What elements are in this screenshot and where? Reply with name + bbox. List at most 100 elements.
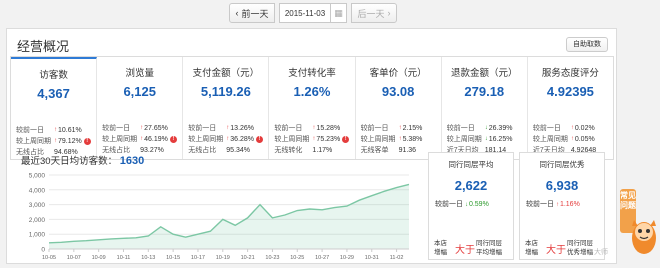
- metric-row-label: 较上周同期: [16, 138, 51, 145]
- metric-card[interactable]: 退款金额（元） 279.18 较前一日 ↓ 26.39% 较上周同期 ↓ 16.25%…: [442, 57, 528, 159]
- metric-title: 客单价（元）: [369, 68, 427, 79]
- peer-excellent-card: 同行同层优秀 6,938 较前一日 ↑1.16% 本店 增幅 大于 同行同层 优…: [519, 152, 605, 260]
- arrow-up-icon: ↑: [140, 125, 144, 131]
- metric-title: 支付金额（元）: [192, 68, 260, 79]
- metric-row: 较上周同期 ↓ 16.25%: [447, 134, 523, 145]
- metric-row: 无线转化 1.17%: [274, 145, 350, 156]
- metric-value: 4.92395: [546, 84, 594, 99]
- arrow-up-icon: ↑: [398, 125, 402, 131]
- compare-mid: 大于: [455, 244, 475, 256]
- metric-row: 较前一日 ↑ 10.61%: [16, 125, 92, 136]
- prev-day-button[interactable]: ‹ 前一天: [229, 3, 275, 23]
- compare-left-label: 本店 增幅: [434, 240, 447, 256]
- overview-panel: 经营概况 自助取数 访客数 4,367 较前一日 ↑ 10.61% 较上周同期 ↑ 7…: [6, 28, 617, 264]
- metric-row-label: 较上周同期: [446, 136, 482, 143]
- metric-title: 退款金额（元）: [451, 68, 518, 79]
- metric-row-value: 15.28%: [316, 125, 341, 132]
- metric-row-value: 0.05%: [574, 136, 595, 143]
- metric-row: 较前一日 ↑ 2.15%: [361, 123, 437, 134]
- alert-icon[interactable]: !: [342, 136, 350, 143]
- compare-title: 同行同层优秀: [539, 160, 585, 169]
- metric-row-value: 13.26%: [230, 125, 255, 132]
- metric-row: 较前一日 ↑ 15.28%: [274, 123, 350, 134]
- arrow-up-icon: ↑: [398, 136, 402, 142]
- x-tick-label: 11-02: [390, 255, 404, 261]
- metric-cards: 访客数 4,367 较前一日 ↑ 10.61% 较上周同期 ↑ 79.12%! 无线占…: [10, 56, 614, 160]
- metric-row-label: 无线占比: [188, 147, 217, 154]
- metric-row: 较上周同期 ↑ 75.23%!: [274, 134, 350, 145]
- next-day-button[interactable]: 后一天 ›: [351, 3, 397, 23]
- chevron-left-icon: ‹: [235, 8, 239, 18]
- metric-value: 5,119.26: [200, 84, 251, 99]
- chart-header-value: 1630: [119, 155, 145, 167]
- visitor-trend-chart[interactable]: 0 1,000 2,000 3,000 4,000 5,000 10-05 10-07 10-0…: [13, 169, 413, 265]
- x-tick-label: 10-31: [365, 255, 379, 261]
- compare-mid: 大于: [546, 244, 566, 256]
- peer-average-card: 同行同层平均 2,622 较前一日 ↓0.59% 本店 增幅 大于 同行同层 平…: [428, 152, 514, 260]
- source-label: 卜大师: [587, 249, 608, 256]
- x-tick-label: 10-25: [290, 255, 304, 261]
- metric-card[interactable]: 浏览量 6,125 较前一日 ↑ 27.65% 较上周同期 ↑ 46.19%! 无线占…: [97, 57, 184, 159]
- metric-value: 279.18: [464, 84, 505, 99]
- metric-card[interactable]: 支付转化率 1.26% 较前一日 ↑ 15.28% 较上周同期 ↑ 75.23%! 无…: [269, 57, 356, 159]
- metric-row-value: 2.15%: [402, 125, 423, 132]
- arrow-up-icon: ↑: [312, 136, 316, 142]
- x-tick-label: 10-23: [265, 255, 279, 261]
- metric-row-value: 1.17%: [312, 147, 333, 154]
- metric-row-label: 较前一日: [446, 125, 475, 132]
- metric-row: 较前一日 ↑ 27.65%: [102, 123, 178, 134]
- metric-row-label: 较上周同期: [360, 136, 396, 143]
- compare-verdict: 本店 增幅 大于 同行同层 平均增幅: [429, 239, 513, 257]
- y-tick-label: 3,000: [29, 202, 46, 209]
- metric-card[interactable]: 访客数 4,367 较前一日 ↑ 10.61% 较上周同期 ↑ 79.12%! 无线占…: [11, 57, 98, 159]
- metric-value: 1.26%: [293, 84, 331, 99]
- metric-rows: 较前一日 ↑ 13.26% 较上周同期 ↑ 36.28%! 无线占比 95.34%: [188, 123, 264, 156]
- metric-title: 访客数: [39, 70, 68, 81]
- metric-card[interactable]: 服务态度评分 4.92395 较前一日 ↑ 0.02% 较上周同期 ↑ 0.05% 近…: [528, 57, 613, 159]
- metric-card[interactable]: 客单价（元） 93.08 较前一日 ↑ 2.15% 较上周同期 ↑ 5.38% 无线客…: [356, 57, 442, 159]
- metric-rows: 较前一日 ↑ 15.28% 较上周同期 ↑ 75.23%! 无线转化 1.17%: [274, 123, 350, 156]
- x-tick-label: 10-05: [42, 255, 56, 261]
- compare-left-label: 本店 增幅: [525, 240, 538, 256]
- metric-rows: 较前一日 ↑ 27.65% 较上周同期 ↑ 46.19%! 无线占比 93.27%: [102, 123, 178, 156]
- x-tick-label: 10-09: [92, 255, 106, 261]
- x-tick-label: 10-21: [241, 255, 255, 261]
- arrow-up-icon: ↑: [54, 138, 57, 144]
- arrow-up-icon: ↑: [54, 127, 57, 133]
- metric-title: 浏览量: [125, 68, 154, 79]
- arrow-up-icon: ↑: [570, 125, 574, 131]
- compare-row: 较前一日 ↑1.16%: [520, 199, 604, 209]
- metric-row-value: 5.38%: [402, 136, 423, 143]
- metric-row-label: 较前一日: [360, 125, 389, 132]
- compare-right-label: 同行同层 平均增幅: [476, 240, 502, 256]
- arrow-down-icon: ↓: [484, 136, 488, 142]
- metric-row-label: 无线转化: [274, 147, 303, 154]
- metric-title: 服务态度评分: [541, 68, 599, 79]
- metric-title: 支付转化率: [288, 68, 336, 79]
- metric-row-value: 75.23%: [316, 136, 341, 143]
- metric-row: 较上周同期 ↑ 79.12%!: [16, 136, 92, 147]
- x-tick-label: 10-15: [166, 255, 180, 261]
- metric-row-label: 较上周同期: [188, 136, 224, 143]
- chevron-right-icon: ›: [387, 8, 391, 18]
- metric-row-value: 16.25%: [488, 136, 513, 143]
- arrow-up-icon: ↑: [140, 136, 144, 142]
- mascot-icon[interactable]: [628, 206, 658, 262]
- metric-card[interactable]: 支付金额（元） 5,119.26 较前一日 ↑ 13.26% 较上周同期 ↑ 36.2…: [183, 57, 270, 159]
- self-service-data-button[interactable]: 自助取数: [566, 37, 608, 52]
- metric-row-value: 95.34%: [226, 147, 251, 154]
- alert-icon[interactable]: !: [83, 138, 91, 145]
- alert-icon[interactable]: !: [169, 136, 177, 143]
- date-field[interactable]: 2015-11-03: [279, 3, 331, 23]
- compare-value: 6,938: [545, 178, 579, 193]
- y-tick-label: 2,000: [29, 217, 46, 224]
- metric-row-label: 较前一日: [532, 125, 561, 132]
- x-tick-label: 10-29: [340, 255, 354, 261]
- calendar-icon[interactable]: ▦: [331, 3, 347, 23]
- arrow-up-icon: ↑: [312, 125, 316, 131]
- arrow-up-icon: ↑: [226, 125, 230, 131]
- metric-row-value: 0.02%: [574, 125, 595, 132]
- alert-icon[interactable]: !: [256, 136, 264, 143]
- y-tick-label: 4,000: [29, 187, 46, 194]
- arrow-up-icon: ↑: [555, 202, 559, 208]
